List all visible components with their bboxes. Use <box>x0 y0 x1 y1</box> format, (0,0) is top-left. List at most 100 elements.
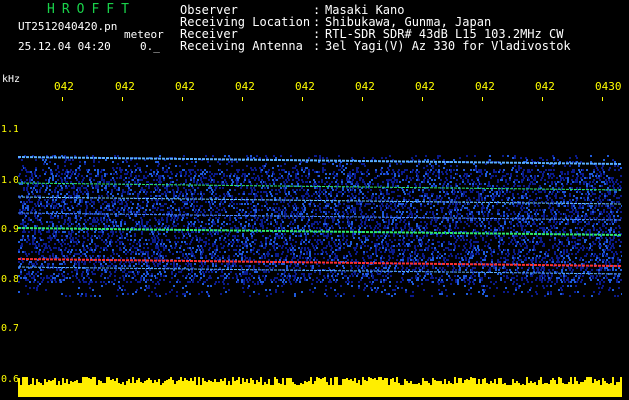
noise-pixel <box>77 239 79 241</box>
noise-pixel <box>307 189 309 191</box>
noise-pixel <box>195 161 197 163</box>
noise-pixel <box>134 235 136 237</box>
noise-pixel <box>498 213 500 215</box>
noise-pixel <box>534 213 536 215</box>
noise-pixel <box>454 245 456 247</box>
noise-pixel <box>284 237 286 239</box>
noise-pixel <box>585 181 587 183</box>
noise-pixel <box>241 197 243 199</box>
noise-pixel <box>338 155 340 157</box>
noise-pixel <box>141 221 143 223</box>
noise-pixel <box>158 219 160 221</box>
noise-pixel <box>58 221 60 223</box>
noise-pixel <box>456 203 458 205</box>
noise-pixel <box>22 219 24 221</box>
noise-pixel <box>94 169 96 171</box>
noise-pixel <box>528 169 530 171</box>
noise-pixel <box>484 197 486 199</box>
noise-pixel <box>395 225 397 227</box>
noise-pixel <box>238 217 240 219</box>
noise-pixel <box>486 209 488 211</box>
noise-pixel <box>254 221 256 223</box>
noise-pixel <box>158 249 160 251</box>
noise-pixel <box>135 175 137 177</box>
noise-pixel <box>574 207 576 209</box>
noise-pixel <box>554 211 556 213</box>
noise-pixel <box>397 189 399 191</box>
noise-pixel <box>187 227 189 229</box>
noise-pixel <box>347 181 349 183</box>
noise-pixel <box>123 251 125 253</box>
noise-pixel <box>164 171 166 173</box>
noise-pixel <box>551 213 553 215</box>
noise-pixel <box>418 241 420 243</box>
noise-pixel <box>95 245 97 247</box>
noise-pixel <box>389 155 391 157</box>
noise-pixel <box>324 193 326 195</box>
noise-pixel <box>119 169 121 171</box>
noise-pixel <box>155 175 157 177</box>
noise-pixel <box>143 175 145 177</box>
noise-pixel <box>305 243 307 245</box>
noise-pixel <box>101 239 103 241</box>
noise-pixel <box>159 203 161 205</box>
noise-pixel <box>83 223 85 225</box>
noise-pixel <box>592 209 594 211</box>
noise-pixel <box>345 241 347 243</box>
noise-pixel <box>47 237 49 239</box>
noise-pixel <box>120 233 122 235</box>
noise-pixel <box>275 227 277 229</box>
noise-pixel <box>405 199 407 201</box>
noise-pixel <box>347 173 349 175</box>
noise-pixel <box>318 191 320 193</box>
noise-pixel <box>572 237 574 239</box>
noise-pixel <box>480 169 482 171</box>
noise-pixel <box>158 239 160 241</box>
noise-pixel <box>576 247 578 249</box>
noise-pixel <box>378 249 380 251</box>
noise-pixel <box>138 223 140 225</box>
noise-pixel <box>246 201 248 203</box>
noise-pixel <box>344 191 346 193</box>
noise-pixel <box>482 189 484 191</box>
noise-pixel <box>63 223 65 225</box>
noise-pixel <box>200 225 202 227</box>
noise-pixel <box>555 193 557 195</box>
noise-pixel <box>269 235 271 237</box>
noise-pixel <box>561 197 563 199</box>
noise-pixel <box>210 187 212 189</box>
noise-pixel <box>609 217 611 219</box>
noise-pixel <box>120 209 122 211</box>
noise-pixel <box>300 235 302 237</box>
noise-pixel <box>600 245 602 247</box>
noise-pixel <box>297 227 299 229</box>
noise-pixel <box>375 249 377 251</box>
noise-pixel <box>558 239 560 241</box>
noise-pixel <box>403 191 405 193</box>
noise-pixel <box>337 219 339 221</box>
noise-pixel <box>254 213 256 215</box>
noise-pixel <box>513 237 515 239</box>
noise-pixel <box>102 203 104 205</box>
noise-pixel <box>120 199 122 201</box>
noise-pixel <box>221 177 223 179</box>
noise-pixel <box>324 163 326 165</box>
noise-pixel <box>361 241 363 243</box>
noise-pixel <box>466 239 468 241</box>
noise-pixel <box>60 205 62 207</box>
noise-pixel <box>488 221 490 223</box>
noise-pixel <box>404 225 406 227</box>
noise-pixel <box>156 203 158 205</box>
noise-pixel <box>480 171 482 173</box>
noise-pixel <box>401 249 403 251</box>
noise-pixel <box>588 183 590 185</box>
noise-pixel <box>115 215 117 217</box>
noise-pixel <box>28 217 30 219</box>
noise-pixel <box>27 209 29 211</box>
noise-pixel <box>404 249 406 251</box>
noise-pixel <box>435 199 437 201</box>
noise-pixel <box>605 179 607 181</box>
noise-pixel <box>187 221 189 223</box>
noise-pixel <box>224 217 226 219</box>
noise-pixel <box>382 239 384 241</box>
